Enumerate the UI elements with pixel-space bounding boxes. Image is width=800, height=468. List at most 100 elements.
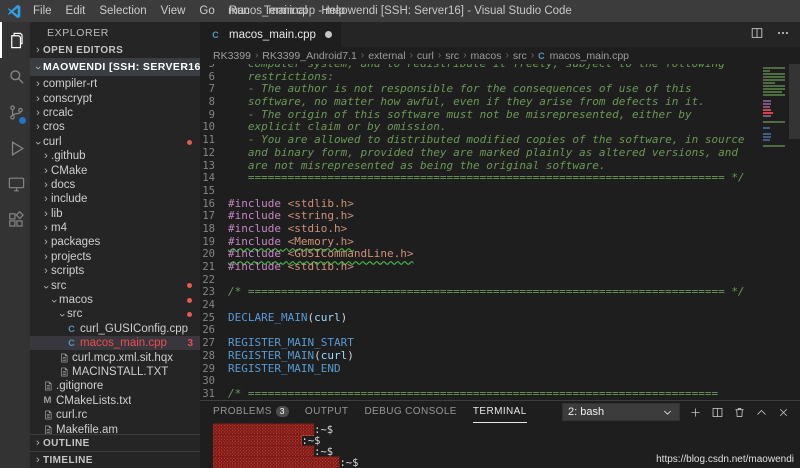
tree-item-crcalc[interactable]: ›crcalc (30, 106, 200, 120)
kill-terminal-icon[interactable] (733, 406, 746, 419)
tree-item-label: scripts (51, 265, 84, 277)
menu-selection[interactable]: Selection (92, 0, 153, 22)
tree-item-cmakelists-txt[interactable]: MCMakeLists.txt (30, 394, 200, 408)
tree-item-compiler-rt[interactable]: ›compiler-rt (30, 77, 200, 91)
menu-file[interactable]: File (26, 0, 59, 22)
error-indicator-dot (187, 283, 192, 288)
tree-item-label: CMakeLists.txt (56, 395, 131, 407)
code-line[interactable]: 14 =====================================… (200, 172, 800, 185)
code-line[interactable]: 21#include <stdlib.h> (200, 261, 800, 274)
more-actions-icon[interactable] (776, 26, 790, 43)
modified-dot-icon[interactable] (325, 31, 332, 38)
code-line[interactable]: 25DECLARE_MAIN(curl) (200, 312, 800, 325)
add-terminal-icon[interactable] (689, 406, 702, 419)
tree-item-packages[interactable]: ›packages (30, 235, 200, 249)
split-editor-icon[interactable] (750, 26, 764, 43)
tree-item-cmake[interactable]: ›CMake (30, 163, 200, 177)
breadcrumb-item[interactable]: src (513, 50, 527, 62)
line-number: 5 (200, 64, 228, 71)
tree-item-projects[interactable]: ›projects (30, 250, 200, 264)
tree-item-label: .gitignore (56, 380, 103, 392)
panel-tab-terminal[interactable]: TERMINAL (473, 401, 527, 423)
minimap-line (763, 67, 785, 69)
minimap-line (763, 106, 770, 108)
tree-item-macinstall-txt[interactable]: MACINSTALL.TXT (30, 365, 200, 379)
code-text: #include <stdlib.h> (228, 261, 354, 274)
tree-item-src[interactable]: ›src (30, 307, 200, 321)
minimap[interactable] (761, 66, 787, 148)
code-line[interactable]: 31/* ===================================… (200, 388, 800, 400)
line-number: 10 (200, 121, 228, 134)
tree-item-scripts[interactable]: ›scripts (30, 264, 200, 278)
remote-explorer-icon[interactable] (0, 166, 30, 202)
problems-count-badge: 3 (187, 338, 193, 349)
menu-edit[interactable]: Edit (59, 0, 93, 22)
minimap-line (763, 97, 765, 99)
code-text: /* =====================================… (228, 286, 745, 299)
tree-item-docs[interactable]: ›docs (30, 178, 200, 192)
source-control-icon[interactable] (0, 94, 30, 130)
breadcrumb-item[interactable]: curl (417, 50, 434, 62)
shell-prompt: :~$ (339, 457, 358, 468)
line-number: 8 (200, 96, 228, 109)
breadcrumb-item[interactable]: src (445, 50, 459, 62)
editor-scrollbar[interactable] (789, 64, 800, 139)
tree-item-label: conscrypt (43, 93, 92, 105)
open-editors-label: OPEN EDITORS (43, 45, 123, 56)
split-terminal-icon[interactable] (711, 406, 724, 419)
close-panel-icon[interactable] (777, 406, 790, 419)
breadcrumb-item[interactable]: RK3399_Android7.1 (262, 50, 357, 62)
panel-tab-output[interactable]: OUTPUT (305, 401, 349, 423)
run-debug-icon[interactable] (0, 130, 30, 166)
timeline-section[interactable]: › TIMELINE (30, 451, 200, 468)
breadcrumb-item[interactable]: macos_main.cpp (550, 50, 629, 62)
tree-item-curl-gusiconfig-cpp[interactable]: Ccurl_GUSIConfig.cpp (30, 322, 200, 336)
workspace-root-section[interactable]: › MAOWENDI [SSH: SERVER16] (30, 58, 200, 76)
tree-item-m4[interactable]: ›m4 (30, 221, 200, 235)
tab-macos-main-cpp[interactable]: C macos_main.cpp (200, 22, 341, 47)
tree-item-curl-rc[interactable]: curl.rc (30, 408, 200, 422)
chevron-down-icon (661, 406, 674, 419)
tree-item--github[interactable]: ›.github (30, 149, 200, 163)
tree-item-cros[interactable]: ›cros (30, 120, 200, 134)
minimap-line (763, 127, 770, 129)
menu-view[interactable]: View (154, 0, 193, 22)
file-icon (41, 409, 54, 421)
problems-badge: 3 (276, 406, 289, 417)
tree-item-conscrypt[interactable]: ›conscrypt (30, 91, 200, 105)
tree-item-macos-main-cpp[interactable]: Cmacos_main.cpp3 (30, 336, 200, 350)
tree-item-curl[interactable]: ›curl (30, 135, 200, 149)
minimap-line (763, 73, 785, 75)
search-icon[interactable] (0, 58, 30, 94)
maximize-panel-icon[interactable] (755, 406, 768, 419)
tree-item-macos[interactable]: ›macos (30, 293, 200, 307)
breadcrumb-item[interactable]: external (368, 50, 405, 62)
breadcrumb-item[interactable]: RK3399 (213, 50, 251, 62)
breadcrumb-item[interactable]: macos (471, 50, 502, 62)
panel-tab-problems[interactable]: PROBLEMS3 (213, 401, 289, 423)
tree-item-src[interactable]: ›src (30, 278, 200, 292)
minimap-line (763, 115, 771, 117)
panel-tab-debug-console[interactable]: DEBUG CONSOLE (364, 401, 456, 423)
outline-section[interactable]: › OUTLINE (30, 434, 200, 451)
tree-item-label: crcalc (43, 107, 73, 119)
extensions-icon[interactable] (0, 202, 30, 238)
tab-label: macos_main.cpp (229, 29, 316, 41)
tree-item-makefile-am[interactable]: Makefile.am (30, 422, 200, 434)
tree-item-include[interactable]: ›include (30, 192, 200, 206)
menu-go[interactable]: Go (192, 0, 221, 22)
code-editor[interactable]: 5 computer system, and to redistribute i… (200, 64, 800, 400)
open-editors-section[interactable]: › OPEN EDITORS (30, 42, 200, 58)
tree-item-curl-mcp-xml-sit-hqx[interactable]: curl.mcp.xml.sit.hqx (30, 350, 200, 364)
terminal-shell-select[interactable]: 2: bash (562, 403, 680, 421)
code-line[interactable]: 23/* ===================================… (200, 286, 800, 299)
chevron-right-icon: › (41, 251, 51, 263)
line-number: 16 (200, 198, 228, 211)
tree-item-lib[interactable]: ›lib (30, 207, 200, 221)
files-icon[interactable] (0, 22, 30, 58)
code-line[interactable]: 29REGISTER_MAIN_END (200, 363, 800, 376)
panel-tab-label: TERMINAL (473, 406, 527, 417)
chevron-right-icon: › (33, 44, 43, 56)
file-icon (57, 366, 70, 378)
tree-item--gitignore[interactable]: .gitignore (30, 379, 200, 393)
